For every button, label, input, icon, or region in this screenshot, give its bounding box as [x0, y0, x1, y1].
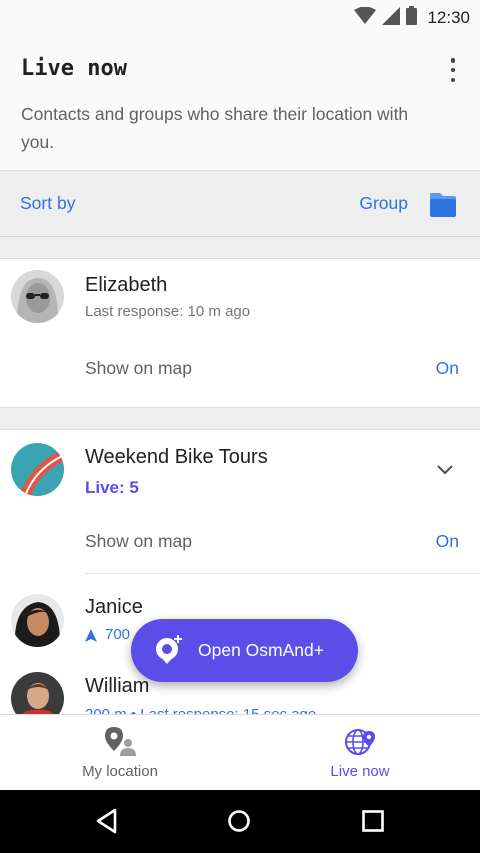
- nav-live-now[interactable]: Live now: [240, 715, 480, 791]
- page-header: Live now Contacts and groups who share t…: [0, 36, 480, 170]
- cell-signal-icon: [382, 6, 401, 30]
- group-show-on-map-toggle[interactable]: On: [436, 531, 459, 552]
- member-name: Janice: [85, 596, 143, 618]
- contact-card[interactable]: Elizabeth Last response: 10 m ago Show o…: [0, 258, 480, 408]
- last-response-text: Last response: 10 m ago: [85, 303, 251, 320]
- section-spacer: [0, 237, 480, 258]
- status-icons: 12:30: [354, 6, 470, 30]
- page-description: Contacts and groups who share their loca…: [21, 104, 409, 152]
- group-name: Weekend Bike Tours: [85, 446, 268, 468]
- show-on-map-toggle[interactable]: On: [436, 358, 459, 379]
- battery-icon: [406, 6, 418, 30]
- section-spacer: [0, 408, 480, 429]
- avatar: [11, 270, 64, 323]
- nav-my-location-label: My location: [82, 763, 158, 780]
- back-icon[interactable]: [95, 808, 119, 839]
- home-icon[interactable]: [227, 808, 251, 839]
- group-sort-button[interactable]: Group: [359, 193, 408, 214]
- osmand-icon: [153, 633, 185, 670]
- contact-name: Elizabeth: [85, 274, 168, 296]
- nav-my-location[interactable]: My location: [0, 715, 240, 791]
- more-vert-icon: [450, 58, 456, 63]
- open-osmand-label: Open OsmAnd+: [198, 640, 324, 660]
- recents-icon[interactable]: [361, 808, 385, 839]
- sort-bar: Sort by Group: [0, 170, 480, 237]
- page-title: Live now: [21, 56, 127, 81]
- member-distance: 700: [105, 626, 131, 643]
- group-live-count: Live: 5: [85, 478, 139, 497]
- sort-by-button[interactable]: Sort by: [20, 193, 75, 214]
- chevron-down-icon[interactable]: [436, 463, 454, 481]
- status-time: 12:30: [427, 8, 470, 27]
- divider: [85, 573, 480, 574]
- more-options-button[interactable]: [448, 58, 458, 82]
- group-show-on-map-label: Show on map: [85, 531, 193, 551]
- nav-live-now-label: Live now: [330, 763, 390, 780]
- status-bar: 12:30: [0, 0, 480, 36]
- open-osmand-button[interactable]: Open OsmAnd+: [131, 619, 358, 682]
- show-on-map-label: Show on map: [85, 358, 193, 378]
- system-navigation-bar: [0, 790, 480, 853]
- navigation-arrow-icon: [85, 629, 97, 647]
- member-name: William: [85, 675, 150, 697]
- wifi-icon: [354, 6, 377, 30]
- bottom-navigation: My location Live now: [0, 714, 480, 790]
- person-pin-icon: [104, 727, 136, 762]
- group-avatar: [11, 443, 64, 496]
- folder-icon[interactable]: [429, 190, 457, 223]
- globe-pin-icon: [344, 727, 376, 762]
- member-avatar: [11, 594, 64, 647]
